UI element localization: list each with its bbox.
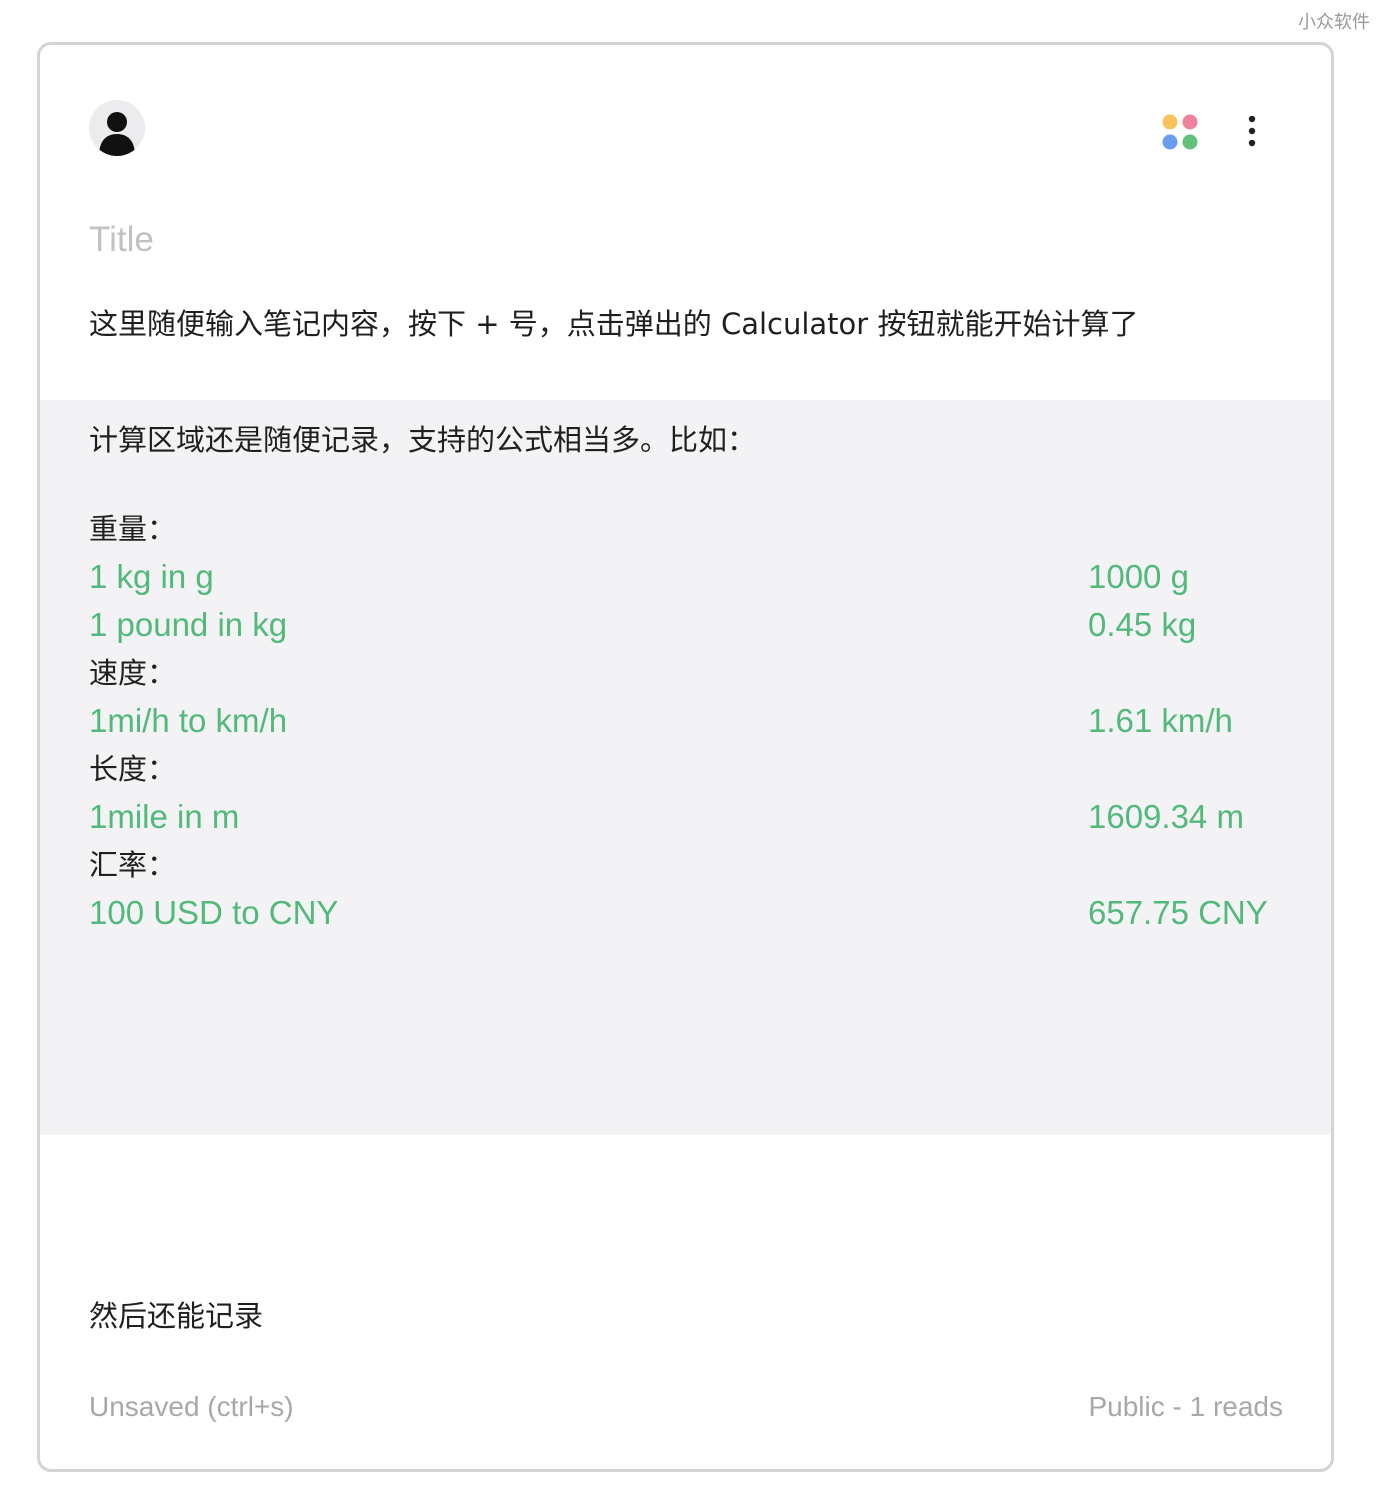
calculator-result: 657.75 CNY	[1088, 894, 1268, 931]
calculator-heading-line[interactable]: 重量：	[89, 505, 1289, 553]
save-status[interactable]: Unsaved (ctrl+s)	[89, 1391, 294, 1423]
calculator-heading-text: 长度：	[89, 752, 177, 786]
calculator-result: 0.45 kg	[1088, 606, 1197, 643]
colored-dots-apps-icon[interactable]	[1160, 112, 1200, 152]
calculator-heading-text: 汇率：	[89, 848, 177, 882]
calculator-heading-line[interactable]: 汇率：	[89, 841, 1289, 889]
calculator-expression-text: 100 USD to CNY	[89, 894, 339, 931]
calculator-result: 1609.34 m	[1088, 798, 1244, 835]
calculator-heading-text: 重量：	[89, 512, 177, 546]
calculator-heading-text: 速度：	[89, 656, 177, 690]
note-intro-text[interactable]: 这里随便输入笔记内容，按下 + 号，点击弹出的 Calculator 按钮就能开…	[89, 301, 1138, 343]
calculator-heading-line[interactable]: 速度：	[89, 649, 1289, 697]
note-title-input[interactable]: Title	[89, 220, 154, 260]
vertical-dots-menu-icon[interactable]	[1240, 111, 1264, 151]
calculator-expression-line[interactable]: 1mile in m 1609.34 m	[89, 793, 1289, 841]
calculator-expression-text: 1 pound in kg	[89, 606, 288, 643]
calculator-result: 1000 g	[1088, 558, 1189, 595]
calculator-heading-line[interactable]: 长度：	[89, 745, 1289, 793]
calculator-expression-line[interactable]: 100 USD to CNY 657.75 CNY	[89, 889, 1289, 937]
calculator-expression-text: 1 kg in g	[89, 558, 214, 595]
calculator-expression-line[interactable]: 1 pound in kg 0.45 kg	[89, 601, 1289, 649]
calculator-intro-text[interactable]: 计算区域还是随便记录，支持的公式相当多。比如：	[89, 417, 756, 459]
calculator-expression-text: 1mile in m	[89, 798, 240, 835]
calculator-expression-line[interactable]: 1mi/h to km/h 1.61 km/h	[89, 697, 1289, 745]
calculator-expression-text: 1mi/h to km/h	[89, 702, 288, 739]
user-avatar-icon[interactable]	[89, 100, 145, 156]
visibility-status[interactable]: Public - 1 reads	[1088, 1391, 1283, 1423]
calculator-result: 1.61 km/h	[1088, 702, 1233, 739]
note-outro-text[interactable]: 然后还能记录	[89, 1293, 263, 1335]
calculator-block[interactable]: 计算区域还是随便记录，支持的公式相当多。比如： 重量： 1 kg in g 1000…	[40, 400, 1331, 1135]
watermark: 小众软件	[1298, 12, 1370, 33]
calculator-lines: 重量： 1 kg in g 1000 g 1 pound in kg 0.45 kg 速度…	[89, 505, 1289, 937]
calculator-expression-line[interactable]: 1 kg in g 1000 g	[89, 553, 1289, 601]
note-card: Title 这里随便输入笔记内容，按下 + 号，点击弹出的 Calculator…	[37, 42, 1334, 1472]
